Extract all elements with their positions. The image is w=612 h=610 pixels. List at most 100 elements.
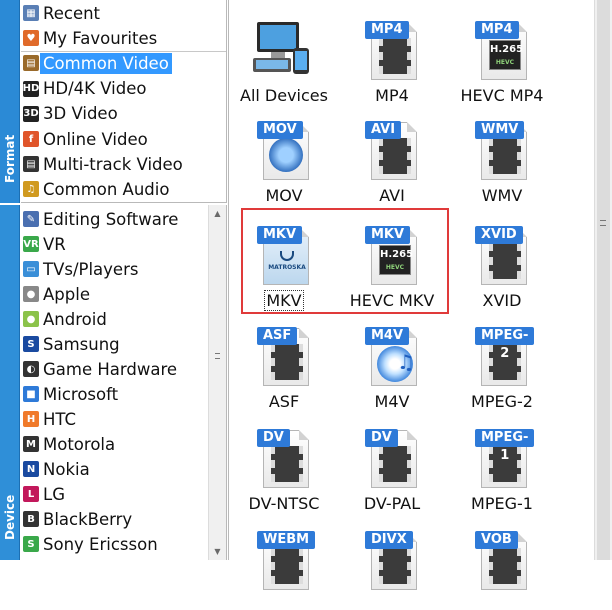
format-file-icon: MP4: [365, 21, 417, 80]
format-tile[interactable]: MP4 MP4: [337, 0, 447, 105]
format-tile[interactable]: DIVX: [337, 510, 447, 610]
list-item-label: Common Audio: [43, 179, 170, 199]
tv-icon: ▭: [23, 261, 39, 277]
format-badge: MPEG-2: [475, 327, 535, 361]
format-tile[interactable]: WMV WMV: [447, 100, 557, 205]
format-grid-scrollbar[interactable]: [594, 0, 612, 560]
sony-ericsson-icon: S: [23, 536, 39, 552]
list-item[interactable]: N Nokia: [21, 457, 90, 481]
format-tile[interactable]: MPEG-1 MPEG-1: [447, 408, 557, 513]
multitrack-icon: ▤: [23, 156, 39, 173]
mkv-highlight-box: [241, 208, 449, 314]
device-tab-label: Device: [2, 494, 17, 540]
film-strip-icon: [379, 38, 411, 74]
list-item[interactable]: ✎ Editing Software: [21, 207, 178, 231]
format-tile[interactable]: ASF ASF: [229, 306, 339, 411]
list-item[interactable]: L LG: [21, 482, 65, 506]
format-tile[interactable]: XVID XVID: [447, 205, 557, 310]
format-badge: M4V: [365, 327, 410, 345]
format-tile[interactable]: DV DV-PAL: [337, 408, 447, 513]
list-item-label: Motorola: [43, 434, 116, 454]
list-item[interactable]: VR VR: [21, 232, 66, 256]
format-file-icon: AVI: [365, 121, 417, 180]
list-item-label: Common Video: [40, 52, 172, 74]
list-item[interactable]: HD HD/4K Video: [21, 77, 147, 101]
list-item[interactable]: M Motorola: [21, 432, 115, 456]
format-tab[interactable]: Format: [0, 0, 20, 203]
list-item[interactable]: B BlackBerry: [21, 507, 132, 531]
scrollbar-grip-icon[interactable]: [215, 353, 220, 359]
format-file-icon: MPEG-2: [475, 327, 535, 386]
format-file-icon: H.265 HEVC MP4: [475, 21, 527, 80]
format-tile[interactable]: AVI AVI: [337, 100, 447, 205]
film-strip-icon: [489, 243, 521, 279]
list-item[interactable]: S Samsung: [21, 332, 120, 356]
apple-icon: ●: [23, 286, 39, 302]
list-item[interactable]: ▤ Common Video: [21, 51, 172, 75]
heart-icon: ♥: [23, 30, 39, 47]
htc-icon: H: [23, 411, 39, 427]
film-strip-icon: [379, 446, 411, 482]
format-file-icon: WEBM: [257, 531, 316, 590]
list-item[interactable]: ▤ Multi-track Video: [21, 152, 183, 176]
nokia-icon: N: [23, 461, 39, 477]
format-name: WMV: [481, 186, 523, 205]
device-category-list: ✎ Editing Software VR VR ▭ TVs/Players ● Apple ●…: [21, 205, 227, 560]
list-item[interactable]: ▦ Recent: [21, 1, 100, 25]
format-badge: MP4: [475, 21, 519, 39]
format-file-icon: DV: [257, 429, 309, 488]
format-tile[interactable]: MPEG-2 MPEG-2: [447, 306, 557, 411]
list-item[interactable]: H HTC: [21, 407, 76, 431]
list-item[interactable]: 3D 3D Video: [21, 102, 118, 126]
scroll-up-arrow-icon[interactable]: ▲: [209, 205, 226, 222]
format-tile[interactable]: MOV MOV: [229, 100, 339, 205]
list-item-label: HD/4K Video: [43, 79, 147, 99]
format-file-icon: ASF: [257, 327, 309, 386]
format-tile[interactable]: H.265 HEVC MP4 HEVC MP4: [447, 0, 557, 105]
format-file-icon: MPEG-1: [475, 429, 535, 488]
lg-icon: L: [23, 486, 39, 502]
format-tile[interactable]: DV DV-NTSC: [229, 408, 339, 513]
list-separator: [21, 51, 226, 52]
list-item[interactable]: ● Apple: [21, 282, 90, 306]
film-strip-icon: [271, 548, 303, 584]
list-item-label: HTC: [43, 409, 77, 429]
format-tile[interactable]: ♫ M4V M4V: [337, 306, 447, 411]
list-item[interactable]: ◐ Game Hardware: [21, 357, 177, 381]
list-item[interactable]: f Online Video: [21, 127, 148, 151]
format-file-icon: WMV: [475, 121, 527, 180]
list-item[interactable]: ■ Microsoft: [21, 382, 118, 406]
format-badge: XVID: [475, 226, 523, 244]
list-item-label: My Favourites: [43, 28, 158, 48]
list-item[interactable]: ♥ My Favourites: [21, 26, 157, 50]
list-item-label: Sony Ericsson: [43, 534, 158, 554]
list-item-label: TVs/Players: [43, 259, 139, 279]
format-tile[interactable]: All Devices: [229, 0, 339, 105]
film-strip-icon: [489, 138, 521, 174]
format-tile[interactable]: WEBM: [229, 510, 339, 610]
format-badge: ASF: [257, 327, 298, 345]
format-file-icon: MOV: [257, 121, 309, 180]
format-tile[interactable]: VOB: [447, 510, 557, 610]
vr-icon: VR: [23, 236, 39, 252]
format-badge: AVI: [365, 121, 402, 139]
list-item-label: VR: [43, 234, 66, 254]
motorola-icon: M: [23, 436, 39, 452]
scroll-down-arrow-icon[interactable]: ▼: [209, 543, 226, 560]
list-item-label: Online Video: [43, 129, 148, 149]
format-badge: WEBM: [257, 531, 316, 549]
scrollbar-grip-icon[interactable]: [600, 220, 606, 226]
format-badge: WMV: [475, 121, 525, 139]
list-item[interactable]: ▭ TVs/Players: [21, 257, 138, 281]
film-strip-icon: [271, 344, 303, 380]
format-badge: DV: [257, 429, 290, 447]
device-tab[interactable]: Device: [0, 205, 20, 560]
format-badge: MP4: [365, 21, 409, 39]
format-category-list: ▦ Recent ♥ My Favourites ▤ Common Video HD HD/4…: [21, 0, 227, 203]
scrollbar-thumb[interactable]: [597, 0, 610, 560]
format-badge: DV: [365, 429, 398, 447]
list-item[interactable]: ♫ Common Audio: [21, 177, 169, 201]
list-item[interactable]: ● Android: [21, 307, 107, 331]
list-item-label: LG: [43, 484, 65, 504]
list-item[interactable]: S Sony Ericsson: [21, 532, 158, 556]
